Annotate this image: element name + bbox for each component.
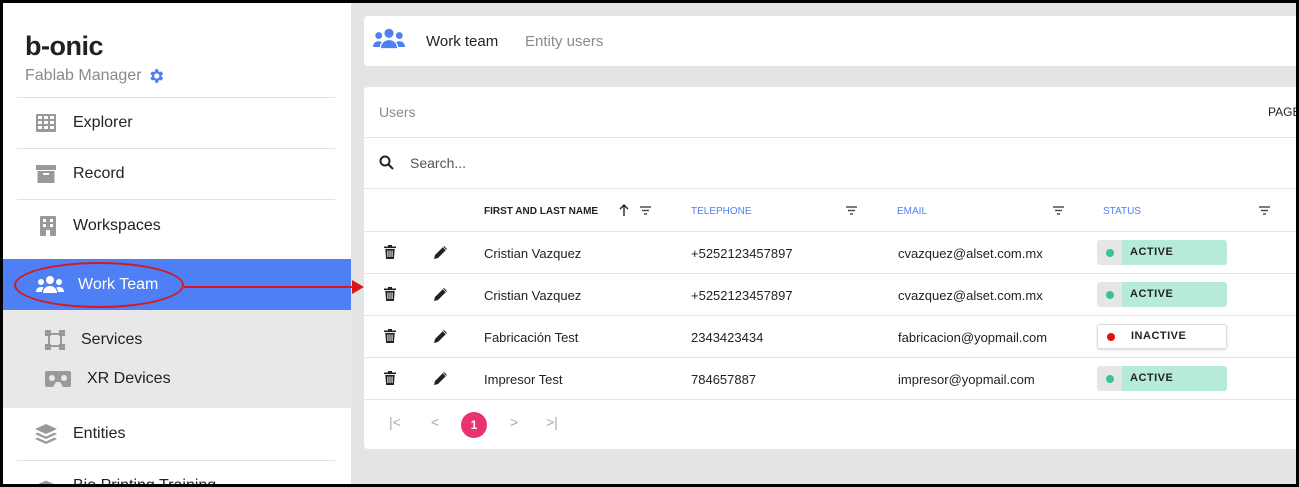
nodes-icon xyxy=(45,330,65,350)
pencil-icon[interactable] xyxy=(434,371,448,385)
status-dot xyxy=(1105,290,1114,299)
cell-telephone: 784657887 xyxy=(691,372,757,387)
status-text: ACTIVE xyxy=(1122,282,1227,307)
sidebar-subitem-label: Services xyxy=(81,331,143,348)
sort-arrow-up-icon[interactable] xyxy=(619,204,629,216)
trash-icon[interactable] xyxy=(384,287,396,301)
page-size-label[interactable]: PAGE xyxy=(1268,105,1296,119)
first-page-button[interactable]: |< xyxy=(389,414,401,430)
sidebar-item-record[interactable]: Record xyxy=(17,148,335,199)
gear-icon[interactable] xyxy=(147,67,165,85)
sidebar-item-label: Bio Printing Training xyxy=(73,477,217,487)
pencil-icon[interactable] xyxy=(434,287,448,301)
prev-page-button[interactable]: < xyxy=(431,414,439,430)
sidebar: b-onic Fablab Manager Explorer Record Wo… xyxy=(3,3,351,487)
status-text: ACTIVE xyxy=(1122,366,1227,391)
status-dot-wrap xyxy=(1097,240,1122,265)
status-badge: INACTIVE xyxy=(1097,324,1227,349)
sidebar-subitem-services[interactable]: Services xyxy=(45,330,142,350)
brand-logo: b-onic xyxy=(25,31,104,61)
table-row[interactable]: Cristian Vazquez +5252123457897 cvazquez… xyxy=(364,231,1296,273)
brand-subtitle: Fablab Manager xyxy=(25,67,165,85)
filter-icon[interactable] xyxy=(846,206,857,215)
panel-title: Users xyxy=(379,104,416,120)
annotation-arrow-head xyxy=(352,280,364,294)
trash-icon[interactable] xyxy=(384,329,396,343)
cell-email: impresor@yopmail.com xyxy=(898,372,1035,387)
layers-icon xyxy=(35,423,57,445)
tabs-card: Work team Entity users xyxy=(364,16,1296,66)
cell-name: Impresor Test xyxy=(484,372,563,387)
sidebar-item-explorer[interactable]: Explorer xyxy=(17,97,335,148)
filter-icon[interactable] xyxy=(1053,206,1064,215)
status-dot-wrap xyxy=(1098,325,1123,348)
cell-name: Cristian Vazquez xyxy=(484,288,582,303)
cell-email: fabricacion@yopmail.com xyxy=(898,330,1048,345)
status-dot xyxy=(1105,248,1114,257)
column-header-name[interactable]: FIRST AND LAST NAME xyxy=(484,206,598,217)
status-badge: ACTIVE xyxy=(1097,366,1227,391)
cell-email: cvazquez@alset.com.mx xyxy=(898,246,1043,261)
sidebar-item-label: Explorer xyxy=(73,114,133,131)
status-text: ACTIVE xyxy=(1122,240,1227,265)
cell-telephone: +5252123457897 xyxy=(691,246,793,261)
users-panel: Users PAGE FIRST AND LAST NAME TELEPHONE… xyxy=(364,87,1296,449)
page-number-current[interactable]: 1 xyxy=(461,412,487,438)
divider xyxy=(364,188,1296,189)
column-header-telephone[interactable]: TELEPHONE xyxy=(691,206,752,217)
screenshot-frame: b-onic Fablab Manager Explorer Record Wo… xyxy=(0,0,1299,487)
annotation-ellipse xyxy=(14,262,184,308)
next-page-button[interactable]: > xyxy=(510,414,518,430)
trash-icon[interactable] xyxy=(384,371,396,385)
sidebar-item-workspaces[interactable]: Workspaces xyxy=(17,199,335,251)
grid-icon xyxy=(35,112,57,134)
pencil-icon[interactable] xyxy=(434,329,448,343)
status-dot xyxy=(1105,374,1114,383)
sidebar-subitem-label: XR Devices xyxy=(87,370,171,387)
annotation-arrow-line xyxy=(184,286,356,288)
graduation-cap-icon xyxy=(35,477,57,484)
sidebar-subitem-xr-devices[interactable]: XR Devices xyxy=(45,370,171,388)
cell-telephone: 2343423434 xyxy=(691,330,764,345)
archive-icon xyxy=(35,163,57,185)
cell-name: Cristian Vazquez xyxy=(484,246,582,261)
table-row[interactable]: Cristian Vazquez +5252123457897 cvazquez… xyxy=(364,273,1296,315)
sidebar-nav: Explorer Record Workspaces xyxy=(17,97,335,251)
last-page-button[interactable]: >| xyxy=(546,414,558,430)
table-row[interactable]: Fabricación Test 2343423434 fabricacion@… xyxy=(364,315,1296,357)
vr-headset-icon xyxy=(45,371,71,387)
column-header-status[interactable]: STATUS xyxy=(1103,206,1141,217)
users-icon xyxy=(373,27,405,56)
trash-icon[interactable] xyxy=(384,245,396,259)
search-input[interactable] xyxy=(410,151,810,175)
sidebar-submenu: Services XR Devices xyxy=(3,310,351,408)
pencil-icon[interactable] xyxy=(434,245,448,259)
status-dot xyxy=(1106,332,1115,341)
sidebar-item-entities[interactable]: Entities xyxy=(17,408,335,460)
brand-subtitle-text: Fablab Manager xyxy=(25,67,142,84)
table-row[interactable]: Impresor Test 784657887 impresor@yopmail… xyxy=(364,357,1296,399)
sidebar-nav-lower: Entities Bio Printing Training xyxy=(17,408,335,487)
sidebar-item-label: Record xyxy=(73,165,125,182)
sidebar-item-label: Entities xyxy=(73,425,126,442)
filter-icon[interactable] xyxy=(640,206,651,215)
divider xyxy=(364,399,1296,400)
column-header-email[interactable]: EMAIL xyxy=(897,206,927,217)
status-text: INACTIVE xyxy=(1123,325,1226,348)
status-dot-wrap xyxy=(1097,282,1122,307)
search-icon xyxy=(379,155,394,170)
status-dot-wrap xyxy=(1097,366,1122,391)
filter-icon[interactable] xyxy=(1259,206,1270,215)
status-badge: ACTIVE xyxy=(1097,282,1227,307)
divider xyxy=(364,137,1296,138)
status-badge: ACTIVE xyxy=(1097,240,1227,265)
tab-entity-users[interactable]: Entity users xyxy=(525,33,603,50)
cell-email: cvazquez@alset.com.mx xyxy=(898,288,1043,303)
sidebar-item-bio-printing-training[interactable]: Bio Printing Training xyxy=(17,460,335,487)
building-icon xyxy=(37,215,59,237)
tab-work-team[interactable]: Work team xyxy=(426,33,498,50)
sidebar-item-label: Workspaces xyxy=(73,216,161,234)
cell-name: Fabricación Test xyxy=(484,330,579,345)
cell-telephone: +5252123457897 xyxy=(691,288,793,303)
